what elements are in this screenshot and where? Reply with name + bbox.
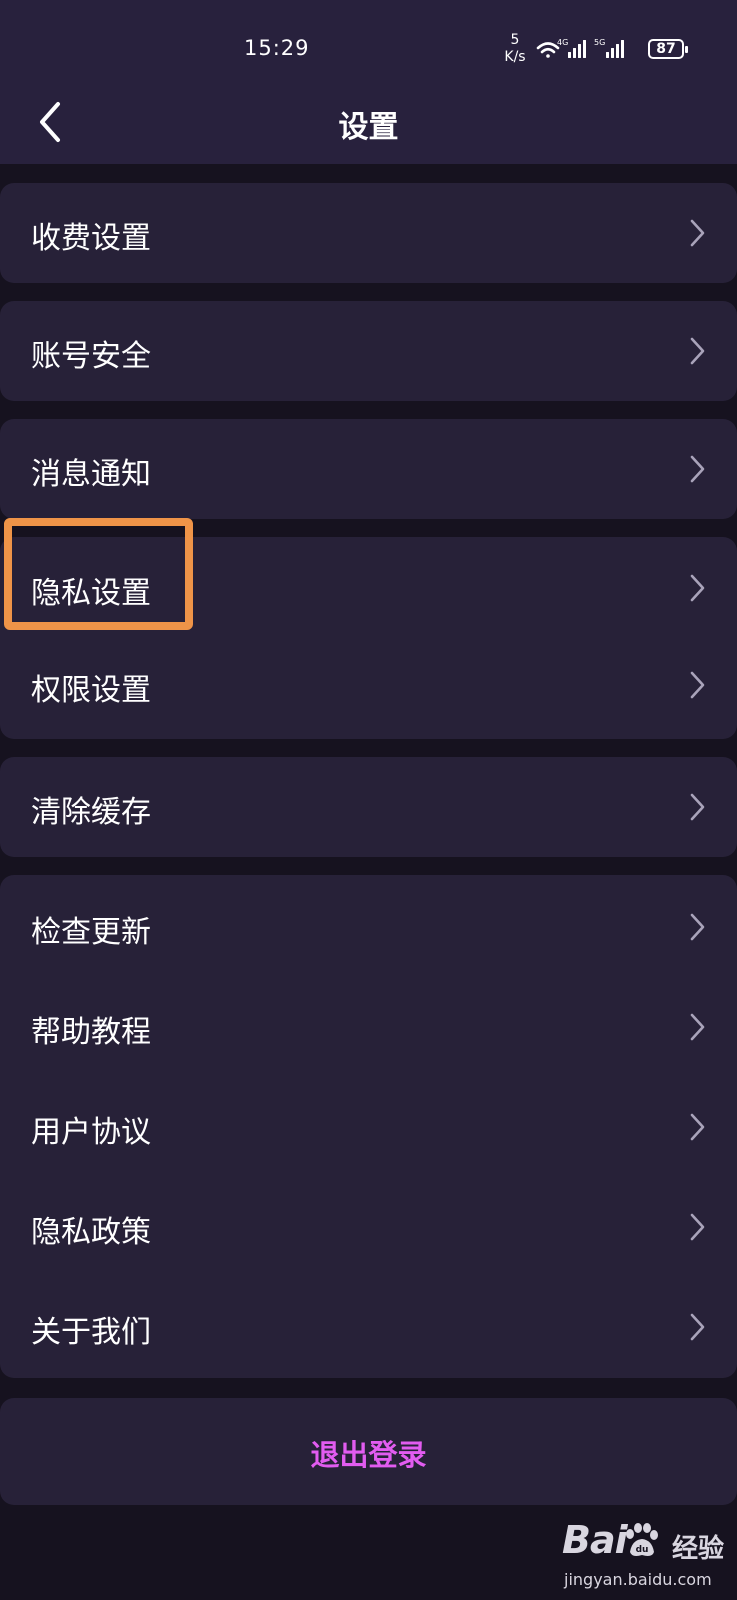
chevron-right-icon [690,219,705,247]
network-speed: 5 K/s [497,32,533,66]
settings-item-charge[interactable]: 收费设置 [0,183,737,283]
settings-item-label: 消息通知 [31,457,151,492]
settings-item-label: 权限设置 [31,673,151,708]
logout-label: 退出登录 [310,1438,427,1472]
settings-item-check-update[interactable]: 检查更新 [0,875,737,975]
chevron-right-icon [690,574,705,602]
settings-group: 检查更新 帮助教程 用户协议 隐私政策 关于我们 [0,875,737,1378]
network-speed-unit: K/s [504,49,526,65]
svg-text:du: du [636,1545,649,1555]
chevron-right-icon [690,1213,705,1241]
wifi-icon [536,42,560,58]
status-time: 15:29 [244,36,310,60]
settings-group: 隐私设置 权限设置 [0,537,737,739]
signal-icons: 4G 5G [536,38,624,58]
chevron-right-icon [690,337,705,365]
settings-item-label: 帮助教程 [31,1015,151,1050]
paw-logo-icon: du [626,1523,658,1556]
battery-level: 87 [656,41,676,57]
settings-item-label: 收费设置 [31,221,151,256]
settings-item-privacy-settings[interactable]: 隐私设置 [0,537,737,638]
chevron-right-icon [690,1113,705,1141]
settings-group: 消息通知 [0,419,737,519]
page-title: 设置 [338,110,399,145]
watermark-suffix: 经验 [672,1534,725,1564]
settings-item-label: 用户协议 [31,1115,151,1150]
settings-item-label: 清除缓存 [31,795,151,830]
settings-screen: 15:29 5 K/s 4G 5G 87 设置 收费设置 账号安全 消息通知 隐… [0,0,737,1600]
network-speed-value: 5 [510,32,520,48]
settings-group: 清除缓存 [0,757,737,857]
settings-item-user-agreement[interactable]: 用户协议 [0,1075,737,1175]
settings-item-permissions[interactable]: 权限设置 [0,638,737,739]
settings-item-clear-cache[interactable]: 清除缓存 [0,757,737,857]
signal-strength-icon [568,40,586,58]
network-type-label: 4G [557,38,568,47]
battery-icon: 87 [648,39,688,59]
network-type-label: 5G [594,38,605,47]
navigation-bar: 设置 [0,80,737,164]
settings-item-account-security[interactable]: 账号安全 [0,301,737,401]
chevron-right-icon [690,1013,705,1041]
chevron-right-icon [690,1313,705,1341]
watermark-brand: Bai [562,1518,628,1562]
settings-item-label: 账号安全 [31,339,151,374]
settings-item-privacy-policy[interactable]: 隐私政策 [0,1175,737,1275]
logout-button[interactable]: 退出登录 [0,1398,737,1505]
settings-group: 收费设置 [0,183,737,283]
settings-item-label: 隐私政策 [31,1215,151,1250]
signal-strength-icon [606,40,624,58]
chevron-right-icon [690,671,705,699]
status-bar: 15:29 5 K/s 4G 5G 87 [0,0,737,80]
settings-item-about-us[interactable]: 关于我们 [0,1275,737,1378]
settings-item-label: 隐私设置 [31,576,151,611]
watermark-url: jingyan.baidu.com [564,1570,712,1589]
chevron-right-icon [690,913,705,941]
chevron-right-icon [690,793,705,821]
baidu-jingyan-watermark: Bai du 经验 jingyan.baidu.com [560,1518,730,1594]
settings-item-help[interactable]: 帮助教程 [0,975,737,1075]
chevron-right-icon [690,455,705,483]
settings-item-label: 检查更新 [31,915,151,950]
settings-item-notifications[interactable]: 消息通知 [0,419,737,519]
settings-item-label: 关于我们 [31,1315,151,1350]
settings-group: 账号安全 [0,301,737,401]
